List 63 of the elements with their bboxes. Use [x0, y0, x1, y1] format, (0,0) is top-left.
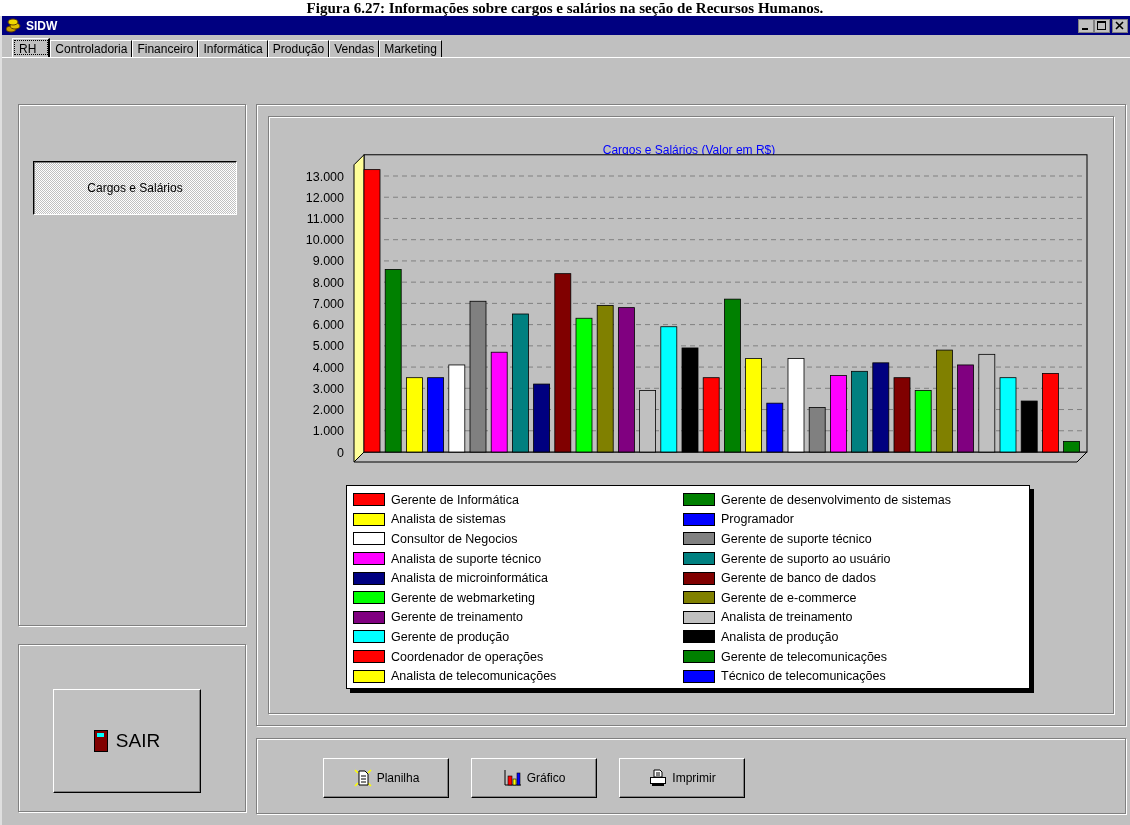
legend-label: Programador — [721, 512, 794, 527]
axis-label: 6.000 — [312, 318, 344, 333]
tab[interactable]: RH — [12, 38, 51, 57]
axis-label: 13.000 — [305, 169, 344, 184]
bar — [1063, 441, 1080, 453]
document-icon — [352, 768, 373, 788]
bar — [766, 402, 784, 453]
legend-label: Gerente de e-commerce — [721, 590, 857, 605]
tab[interactable]: Financeiro — [132, 40, 199, 57]
legend-label: Gerente de suporte técnico — [721, 532, 872, 546]
legend-label: Gerente de webmarketing — [391, 590, 535, 605]
axis-label: 3.000 — [312, 381, 344, 396]
door-icon — [93, 730, 108, 752]
minimize-icon[interactable] — [1078, 18, 1094, 33]
legend-label: Gerente de desenvolvimento de sistemas — [721, 492, 951, 507]
axis-label: 7.000 — [312, 296, 344, 311]
axis-label: 4.000 — [312, 360, 344, 375]
axis-label: 2.000 — [312, 403, 344, 418]
legend-label: Gerente de telecomunicações — [721, 649, 888, 664]
tab[interactable]: Informática — [198, 40, 268, 57]
legend-label: Gerente de banco de dados — [721, 571, 876, 586]
figure-caption: Figura 6.27: Informações sobre cargos e salários na seção de Recursos Humanos. — [305, 0, 825, 16]
tab[interactable]: Marketing — [379, 40, 442, 57]
coins-icon — [6, 18, 22, 33]
bar — [1020, 400, 1038, 453]
legend-label: Coordenador de operações — [391, 649, 544, 664]
legend-label: Gerente de produção — [391, 629, 510, 644]
legend-label: Técnico de telecomunicações — [721, 669, 886, 684]
bar-chart-icon — [502, 768, 523, 788]
bar — [533, 383, 550, 453]
axis-label: 5.000 — [312, 339, 344, 354]
legend-label: Analista de microinformática — [391, 571, 548, 586]
legend-label: Analista de telecomunicações — [391, 669, 557, 684]
exit-button[interactable]: SAIR — [53, 689, 201, 793]
axis-label: 11.000 — [306, 211, 344, 226]
legend-label: Analista de suporte técnico — [391, 551, 542, 566]
bar — [808, 407, 826, 453]
tab[interactable]: Produção — [267, 40, 330, 57]
axis-label: 12.000 — [305, 190, 344, 205]
legend-label: Analista de produção — [721, 629, 839, 644]
bar — [639, 390, 656, 453]
axis-label: 0 — [337, 445, 344, 460]
toolbar-button[interactable]: Imprimir — [619, 758, 745, 798]
axis-label: 1.000 — [312, 424, 344, 439]
legend-label: Gerente de suporto ao usuário — [721, 551, 891, 566]
legend-label: Analista de treinamento — [721, 610, 853, 625]
bar — [914, 390, 932, 453]
axis-label: 8.000 — [312, 275, 344, 290]
close-icon[interactable] — [1112, 18, 1128, 33]
legend-label: Gerente de treinamento — [391, 610, 524, 625]
tab[interactable]: Vendas — [329, 40, 380, 57]
maximize-icon[interactable] — [1094, 18, 1110, 33]
axis-label: 10.000 — [305, 233, 344, 248]
legend-label: Gerente de Informática — [391, 492, 519, 507]
toolbar-button[interactable]: Gráfico — [471, 758, 597, 798]
legend-label: Analista de sistemas — [391, 512, 506, 527]
axis-label: 9.000 — [312, 254, 344, 269]
printer-icon — [648, 768, 669, 788]
legend-label: Consultor de Negocios — [391, 532, 518, 546]
menu-item[interactable]: Cargos e Salários — [33, 161, 237, 215]
window-title: SIDW — [26, 18, 59, 33]
toolbar-button[interactable]: Planilha — [323, 758, 449, 798]
tab[interactable]: Controladoria — [50, 40, 133, 57]
